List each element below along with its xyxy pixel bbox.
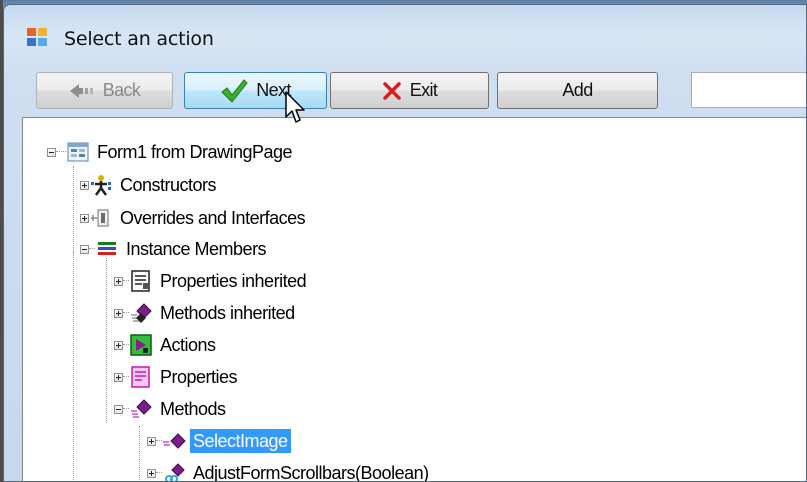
expand-icon[interactable] — [114, 308, 123, 318]
checkmark-icon — [221, 78, 248, 103]
expand-icon[interactable] — [80, 180, 89, 190]
tree-node-label: Methods — [160, 399, 226, 419]
method-icon — [163, 433, 186, 449]
tree-line — [106, 258, 107, 423]
form-icon — [67, 142, 89, 162]
app-icon — [27, 28, 47, 46]
tree-node-root[interactable]: Form1 from DrawingPage — [47, 138, 295, 166]
tree-node-label: Form1 from DrawingPage — [97, 142, 293, 162]
tree-node-adjust-scrollbars[interactable]: AdjustFormScrollbars(Boolean) — [147, 459, 432, 482]
tree-node-label-selected: SelectImage — [190, 429, 291, 453]
title-bar: Select an action — [4, 5, 806, 57]
members-icon — [98, 242, 116, 255]
tree-line — [73, 252, 74, 481]
expand-icon[interactable] — [147, 436, 156, 446]
properties-inherited-icon — [131, 270, 150, 292]
methods-inherited-icon — [131, 303, 152, 323]
tree-node-constructors[interactable]: Constructors — [80, 171, 219, 199]
add-button[interactable]: Add — [497, 72, 658, 109]
back-button-label: Back — [102, 80, 141, 100]
tree-node-label: Actions — [160, 335, 216, 355]
tree-node-methods-inherited[interactable]: Methods inherited — [114, 299, 298, 327]
tree-node-methods[interactable]: Methods — [114, 395, 229, 423]
tree-node-properties[interactable]: Properties — [114, 363, 240, 391]
properties-icon — [131, 366, 150, 388]
tree-node-properties-inherited[interactable]: Properties inherited — [114, 267, 309, 295]
interface-icon — [91, 209, 109, 227]
constructor-icon — [91, 175, 111, 196]
methods-icon — [131, 399, 152, 418]
expand-icon[interactable] — [147, 468, 156, 478]
collapse-icon[interactable] — [114, 404, 123, 414]
collapse-icon[interactable] — [47, 147, 56, 157]
tree-node-label: Properties — [160, 367, 238, 387]
mouse-cursor-icon — [285, 91, 305, 123]
tree-node-label: AdjustFormScrollbars(Boolean) — [193, 463, 429, 482]
tree-node-label: Properties inherited — [160, 271, 307, 291]
tree-line — [139, 426, 140, 481]
method-icon — [165, 463, 185, 481]
toolbar: Back Next Exit Add — [24, 67, 806, 111]
collapse-icon[interactable] — [80, 244, 89, 254]
back-arrow-icon — [69, 83, 93, 98]
tree-node-actions[interactable]: Actions — [114, 331, 219, 359]
expand-icon[interactable] — [80, 213, 89, 223]
tree-line — [73, 166, 74, 252]
tree-node-overrides[interactable]: Overrides and Interfaces — [80, 204, 308, 232]
expand-icon[interactable] — [114, 372, 123, 382]
tree-node-label: Methods inherited — [160, 303, 295, 323]
expand-icon[interactable] — [114, 340, 123, 350]
action-tree[interactable]: Form1 from DrawingPage Constructors Over… — [22, 117, 806, 482]
tree-node-select-image[interactable]: SelectImage — [147, 427, 291, 455]
actions-icon — [130, 334, 152, 356]
add-button-label: Add — [562, 80, 593, 100]
expand-icon[interactable] — [114, 276, 123, 286]
exit-button-label: Exit — [409, 80, 438, 100]
search-input[interactable] — [691, 72, 806, 108]
tree-node-label: Instance Members — [126, 239, 267, 259]
close-x-icon — [382, 81, 401, 100]
action-dialog: Select an action Back Next Exit Add Form… — [3, 4, 807, 482]
tree-node-label: Overrides and Interfaces — [120, 208, 306, 228]
window-title: Select an action — [64, 28, 214, 50]
tree-node-instance-members[interactable]: Instance Members — [80, 235, 269, 263]
exit-button[interactable]: Exit — [330, 72, 489, 109]
tree-node-label: Constructors — [120, 175, 217, 195]
back-button[interactable]: Back — [36, 72, 173, 109]
